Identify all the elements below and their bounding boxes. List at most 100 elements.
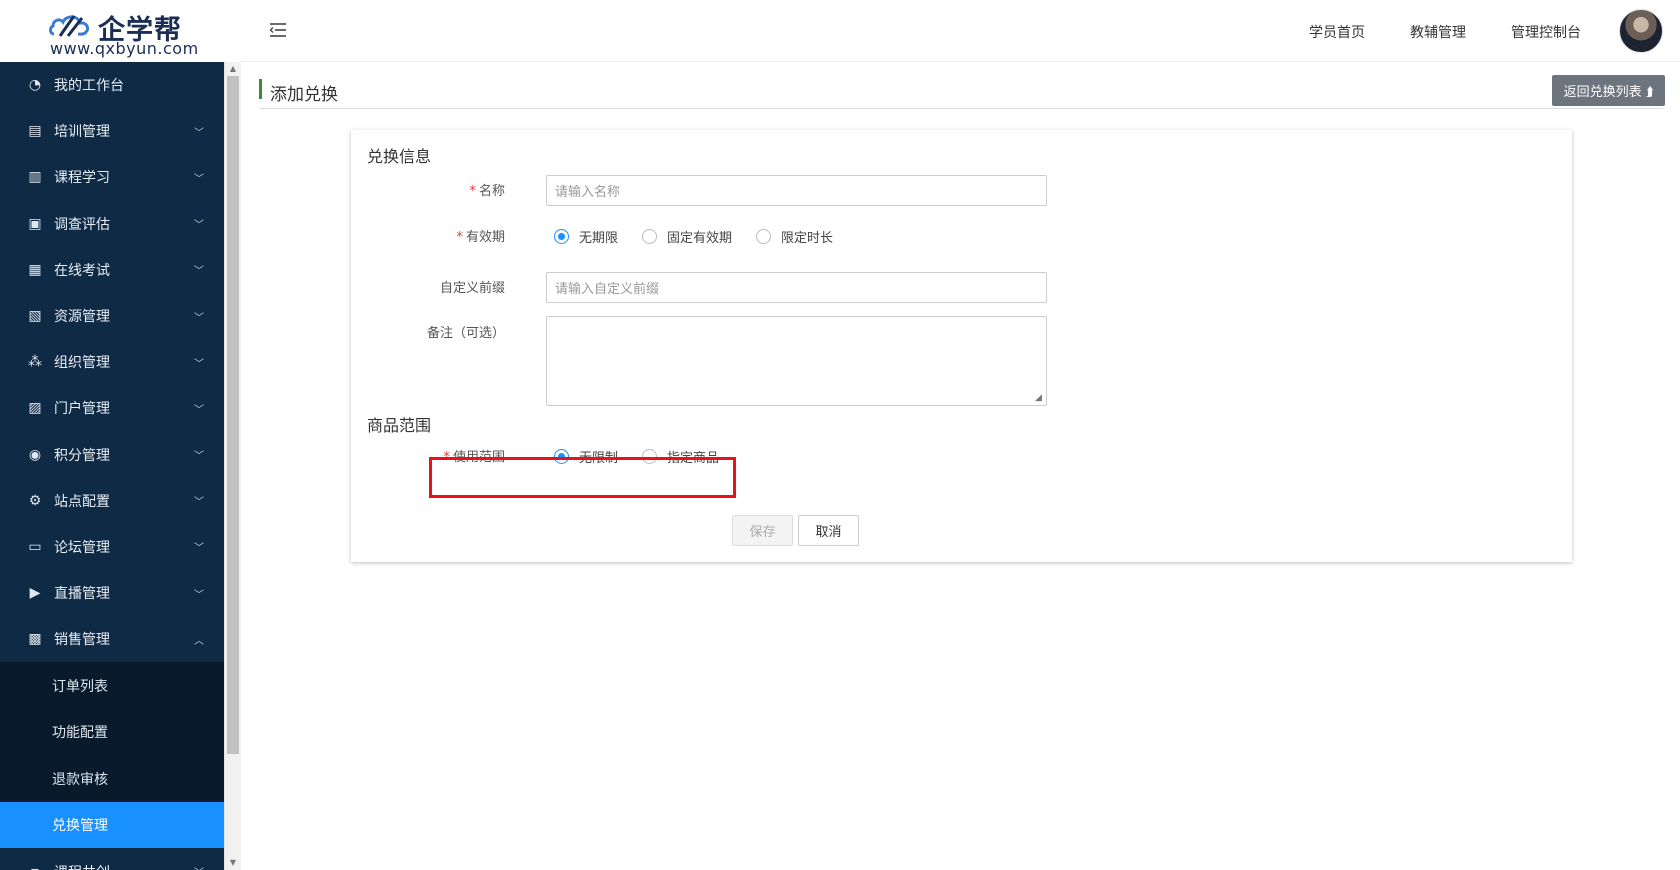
name-input[interactable]: 请输入名称: [546, 175, 1047, 206]
menu-toggle-icon[interactable]: [268, 20, 288, 40]
section-title-redeem-info: 兑换信息: [367, 147, 432, 166]
sidebar-item-label: 资源管理: [54, 309, 110, 326]
page-title-bar: 添加兑换: [259, 77, 1663, 109]
sidebar-item-label: 门户管理: [54, 401, 110, 418]
chevron-down-icon: ﹀: [194, 266, 204, 278]
resize-grip-icon[interactable]: ◢: [1035, 394, 1044, 403]
org-icon: ⁂: [28, 354, 42, 371]
sidebar-item-12[interactable]: ▩ 销售管理 ︿: [0, 616, 224, 663]
save-button[interactable]: 保存: [732, 515, 793, 546]
sidebar-subitem-1[interactable]: 功能配置: [0, 709, 224, 756]
sidebar-item-label: 组织管理: [54, 355, 110, 372]
course-icon: ▥: [28, 169, 42, 186]
scroll-up-arrow-icon[interactable]: ▲: [228, 64, 238, 74]
page-title: 添加兑换: [270, 85, 338, 105]
back-to-list-button[interactable]: 返回兑换列表 ⮭: [1552, 75, 1665, 106]
sidebar-subitem-3[interactable]: 兑换管理: [0, 801, 224, 849]
validity-radio-group: 无期限 固定有效期 限定时长: [554, 227, 857, 246]
sidebar-item-2[interactable]: ▥ 课程学习 ﹀: [0, 154, 224, 200]
exam-icon: ▦: [28, 261, 42, 278]
cancel-button[interactable]: 取消: [798, 515, 859, 546]
validity-label: * 有效期: [456, 230, 505, 245]
radio-unlimited-validity[interactable]: [554, 229, 569, 244]
logo: 企学帮 www.qxbyun.com: [26, 8, 212, 58]
live-icon: ▶: [29, 585, 41, 602]
nav-teaching-admin[interactable]: 教辅管理: [1410, 22, 1466, 42]
prefix-input[interactable]: 请输入自定义前缀: [546, 272, 1047, 303]
required-mark: *: [456, 230, 463, 245]
chevron-down-icon: ﹀: [194, 127, 204, 139]
points-icon: ◉: [28, 446, 42, 463]
sidebar-subitem-0[interactable]: 订单列表: [0, 662, 224, 709]
sidebar-item-10[interactable]: ▭ 论坛管理 ﹀: [0, 524, 224, 570]
sidebar-item-label: 积分管理: [54, 447, 110, 464]
dashboard-icon: ◔: [28, 77, 42, 94]
annotation-highlight-box: [429, 457, 736, 498]
cloud-logo-icon: [49, 15, 90, 37]
sidebar-scrollbar[interactable]: ▲ ▼: [224, 62, 241, 870]
main-content: 添加兑换 返回兑换列表 ⮭ 兑换信息 * 名称 请输入名称 * 有效期 无期限 固定…: [241, 62, 1680, 870]
sidebar-item-course-cocreate[interactable]: ▪ 课程共创 ﹀: [0, 848, 224, 870]
sidebar-item-4[interactable]: ▦ 在线考试 ﹀: [0, 247, 224, 293]
sidebar-item-0[interactable]: ◔ 我的工作台: [0, 62, 224, 108]
radio-label: 限定时长: [781, 231, 834, 246]
nav-admin-console[interactable]: 管理控制台: [1511, 22, 1581, 42]
sidebar-item-label: 在线考试: [54, 262, 110, 279]
chevron-up-icon: ︿: [194, 635, 204, 647]
radio-label: 无期限: [579, 231, 619, 246]
forum-icon: ▭: [28, 538, 42, 555]
prefix-label: 自定义前缀: [439, 281, 505, 296]
section-title-product-scope: 商品范围: [367, 416, 432, 435]
chevron-down-icon: ﹀: [194, 543, 204, 555]
form-card: 兑换信息 * 名称 请输入名称 * 有效期 无期限 固定有效期 限定时长 自定义前缀…: [351, 130, 1572, 562]
site-config-icon: ⚙: [28, 492, 42, 509]
portal-icon: ▨: [28, 400, 42, 417]
sidebar-item-1[interactable]: ▤ 培训管理 ﹀: [0, 108, 224, 154]
sales-icon: ▩: [28, 631, 42, 648]
sidebar-item-3[interactable]: ▣ 调查评估 ﹀: [0, 201, 224, 247]
sidebar-item-label: 直播管理: [54, 586, 110, 603]
sidebar-item-label: 我的工作台: [54, 78, 124, 95]
remark-textarea[interactable]: ◢: [546, 316, 1047, 406]
radio-fixed-validity[interactable]: [642, 229, 658, 244]
chevron-down-icon: ﹀: [194, 451, 204, 463]
sidebar-item-11[interactable]: ▶ 直播管理 ﹀: [0, 570, 224, 616]
nav-student-home[interactable]: 学员首页: [1309, 22, 1365, 42]
avatar[interactable]: [1619, 9, 1663, 53]
radio-limited-duration[interactable]: [756, 229, 772, 244]
sidebar-item-5[interactable]: ▧ 资源管理 ﹀: [0, 293, 224, 339]
sidebar-item-label: 课程共创: [54, 862, 110, 870]
sidebar-item-8[interactable]: ◉ 积分管理 ﹀: [0, 432, 224, 478]
training-icon: ▤: [28, 123, 42, 140]
sidebar-item-label: 销售管理: [54, 632, 110, 649]
chevron-down-icon: ﹀: [194, 220, 204, 232]
title-accent-line: [259, 79, 262, 99]
chevron-down-icon: ﹀: [194, 497, 204, 509]
remark-label: 备注（可选）: [426, 326, 505, 341]
cocreate-icon: ▪: [26, 863, 44, 870]
scrollbar-thumb[interactable]: [227, 76, 239, 754]
logo-url-text: www.qxbyun.com: [50, 39, 199, 58]
sidebar-item-6[interactable]: ⁂ 组织管理 ﹀: [0, 339, 224, 385]
chevron-down-icon: ﹀: [194, 358, 204, 370]
sidebar-item-label: 课程学习: [54, 170, 110, 187]
survey-icon: ▣: [28, 215, 42, 232]
chevron-down-icon: ﹀: [194, 404, 204, 416]
chevron-down-icon: ﹀: [194, 589, 204, 601]
sidebar-item-7[interactable]: ▨ 门户管理 ﹀: [0, 385, 224, 431]
chevron-down-icon: ﹀: [194, 864, 204, 870]
sidebar-item-9[interactable]: ⚙ 站点配置 ﹀: [0, 478, 224, 524]
radio-label: 固定有效期: [667, 231, 733, 246]
sidebar-item-label: 培训管理: [54, 124, 110, 141]
resource-icon: ▧: [28, 308, 42, 325]
sidebar-menu: ◔ 我的工作台 ▤ 培训管理 ﹀ ▥ 课程学习 ﹀ ▣ 调查评估 ﹀ ▦ 在线考试 ﹀ ▧ 资源管理 ﹀ ⁂ 组织管…: [0, 62, 224, 870]
name-label: * 名称: [469, 184, 505, 199]
sidebar-subitem-2[interactable]: 退款审核: [0, 755, 224, 802]
scroll-down-arrow-icon[interactable]: ▼: [228, 858, 238, 868]
logo-area[interactable]: 企学帮 www.qxbyun.com: [0, 0, 224, 62]
sidebar-item-label: 调查评估: [54, 216, 110, 233]
top-header: 学员首页 教辅管理 管理控制台: [241, 0, 1680, 62]
sidebar-item-label: 站点配置: [54, 493, 110, 510]
required-mark: *: [469, 184, 476, 199]
sidebar: 企学帮 www.qxbyun.com ◔ 我的工作台 ▤ 培训管理 ﹀ ▥ 课程学习 ﹀ ▣ 调查…: [0, 0, 224, 870]
